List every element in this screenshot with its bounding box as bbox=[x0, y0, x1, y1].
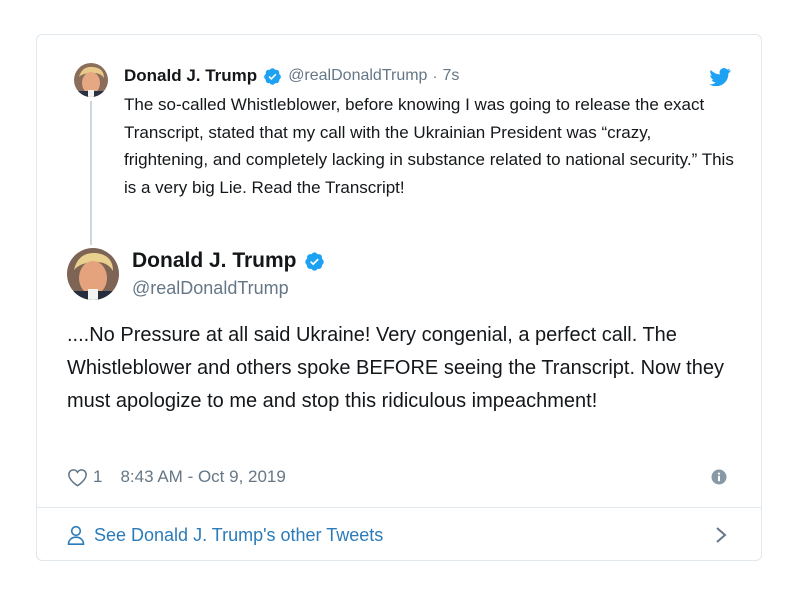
see-other-tweets-link[interactable]: See Donald J. Trump's other Tweets bbox=[67, 522, 383, 548]
parent-tweet-text: The so-called Whistleblower, before know… bbox=[124, 95, 734, 197]
twitter-bird-icon[interactable] bbox=[709, 68, 731, 86]
parent-author-name[interactable]: Donald J. Trump bbox=[124, 66, 257, 86]
parent-tweet-time[interactable]: 7s bbox=[442, 67, 459, 85]
main-tweet-avatar[interactable] bbox=[67, 248, 119, 300]
tweet-timestamp[interactable]: 8:43 AM - Oct 9, 2019 bbox=[120, 467, 285, 487]
tweet-meta-row: 1 8:43 AM - Oct 9, 2019 bbox=[67, 465, 286, 489]
like-count: 1 bbox=[93, 467, 103, 486]
see-other-tweets-label[interactable]: See Donald J. Trump's other Tweets bbox=[94, 525, 383, 546]
info-icon[interactable] bbox=[711, 469, 727, 485]
thread-connector-line bbox=[90, 101, 92, 245]
embedded-tweet-card: Donald J. Trump @realDonaldTrump · 7s Th… bbox=[36, 34, 762, 561]
main-author-handle[interactable]: @realDonaldTrump bbox=[132, 278, 289, 299]
footer-divider bbox=[37, 507, 761, 508]
parent-tweet-avatar[interactable] bbox=[74, 63, 108, 97]
person-icon bbox=[67, 525, 85, 545]
chevron-right-icon[interactable] bbox=[715, 526, 727, 544]
parent-author-handle[interactable]: @realDonaldTrump bbox=[288, 67, 427, 85]
main-tweet-text: ....No Pressure at all said Ukraine! Ver… bbox=[67, 324, 724, 412]
main-author-name[interactable]: Donald J. Trump bbox=[132, 249, 297, 273]
parent-tweet-header: Donald J. Trump @realDonaldTrump · 7s bbox=[124, 65, 459, 87]
heart-icon[interactable] bbox=[67, 468, 88, 487]
verified-badge-icon bbox=[264, 67, 281, 85]
verified-badge-icon bbox=[304, 251, 324, 271]
separator-dot: · bbox=[432, 67, 438, 85]
main-tweet-header: Donald J. Trump bbox=[132, 249, 325, 273]
